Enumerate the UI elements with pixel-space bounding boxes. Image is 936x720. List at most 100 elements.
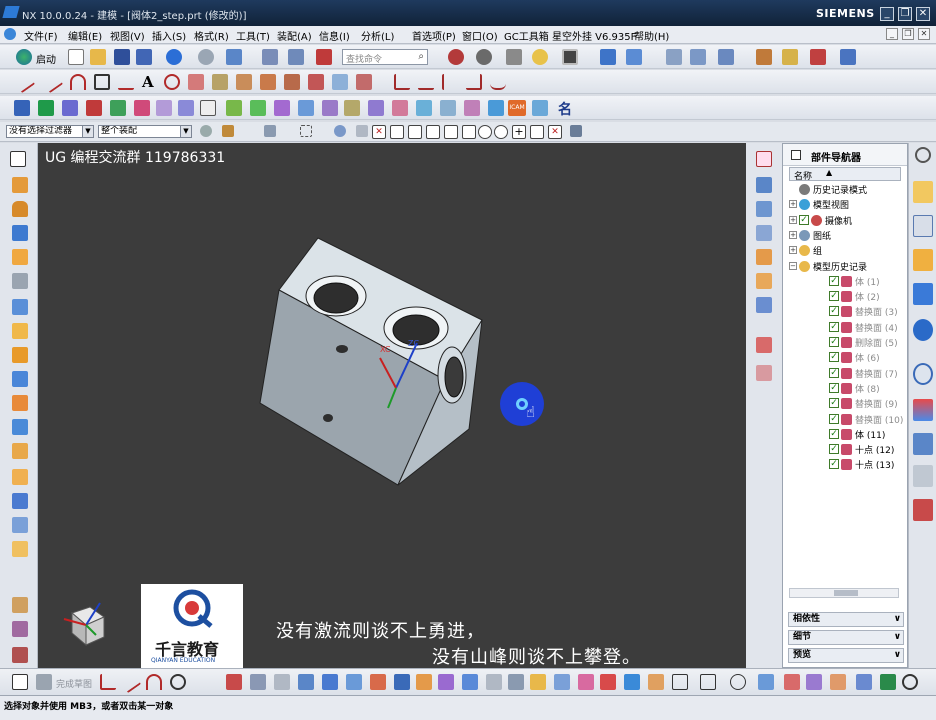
hole-icon[interactable] bbox=[62, 100, 78, 116]
navigator-row[interactable]: 历史记录模式 bbox=[787, 182, 911, 197]
navigator-row[interactable]: ✓ 十点 (13) bbox=[787, 457, 911, 472]
navigator-row[interactable]: ✓ 体 (1) bbox=[787, 274, 911, 289]
cam-icon[interactable]: ICAM bbox=[508, 100, 526, 116]
view-left-icon[interactable] bbox=[756, 273, 772, 289]
menu-format[interactable]: 格式(R) bbox=[194, 28, 229, 43]
section-view-icon[interactable] bbox=[626, 49, 642, 65]
finish-sketch-label[interactable]: 完成草图 bbox=[56, 677, 92, 690]
offset-surface-icon[interactable] bbox=[12, 493, 28, 509]
offset-curve-icon[interactable] bbox=[164, 74, 180, 90]
snap-endpoint-icon[interactable]: ✕ bbox=[372, 125, 386, 139]
navigator-hscrollbar[interactable] bbox=[789, 588, 899, 598]
face-rule-icon[interactable] bbox=[264, 125, 276, 137]
start-icon[interactable] bbox=[16, 49, 32, 65]
navigator-row[interactable]: + ✓ 摄像机 bbox=[787, 213, 911, 228]
sketch-rectangle-icon[interactable] bbox=[672, 674, 688, 690]
boss-icon[interactable] bbox=[86, 100, 102, 116]
menu-window[interactable]: 窗口(O) bbox=[462, 28, 498, 43]
palette-icon[interactable] bbox=[913, 399, 933, 421]
delay-evaluation-icon[interactable] bbox=[880, 674, 896, 690]
menu-file[interactable]: 文件(F) bbox=[24, 28, 58, 43]
gear-icon[interactable] bbox=[915, 147, 931, 163]
navigator-row[interactable]: ✓ 体 (11) bbox=[787, 427, 911, 442]
copy-icon[interactable] bbox=[288, 49, 304, 65]
datum-axis-icon[interactable] bbox=[12, 323, 28, 339]
law-curve-icon[interactable] bbox=[442, 74, 458, 90]
snap-settings-icon[interactable] bbox=[570, 125, 582, 137]
add-existing-curves-icon[interactable] bbox=[416, 674, 432, 690]
save-icon[interactable] bbox=[114, 49, 130, 65]
sketch-icon[interactable] bbox=[10, 151, 26, 167]
spline-icon[interactable] bbox=[394, 74, 410, 90]
join-curve-icon[interactable] bbox=[260, 74, 276, 90]
select-all-icon[interactable] bbox=[334, 125, 346, 137]
visibility-checkbox[interactable]: ✓ bbox=[799, 214, 809, 225]
sketch-line-icon[interactable] bbox=[118, 670, 142, 694]
type-filter-select[interactable]: 没有选择过滤器 ▼ bbox=[6, 125, 94, 138]
slot-icon[interactable] bbox=[178, 100, 194, 116]
visibility-checkbox[interactable]: ✓ bbox=[829, 444, 839, 455]
synchronous-icon[interactable] bbox=[532, 100, 548, 116]
navigator-row[interactable]: + 图纸 bbox=[787, 228, 911, 243]
derived-lines-icon[interactable] bbox=[394, 674, 410, 690]
groove-icon[interactable] bbox=[156, 100, 172, 116]
restore-button[interactable]: ❐ bbox=[898, 7, 912, 21]
thicken-icon[interactable] bbox=[12, 541, 28, 557]
menu-assembly[interactable]: 装配(A) bbox=[277, 28, 312, 43]
visibility-checkbox[interactable]: ✓ bbox=[829, 428, 839, 439]
quick-trim-icon[interactable] bbox=[250, 674, 266, 690]
project-curve-icon[interactable] bbox=[188, 74, 204, 90]
menu-gc-toolkit[interactable]: GC工具箱 bbox=[504, 28, 549, 43]
helix-icon[interactable] bbox=[418, 74, 434, 90]
visibility-checkbox[interactable]: ✓ bbox=[829, 275, 839, 286]
snap-tangent-icon[interactable] bbox=[494, 125, 508, 139]
expand-icon[interactable]: + bbox=[789, 230, 797, 239]
move-to-layer-icon[interactable] bbox=[690, 49, 706, 65]
mirror-curve-icon[interactable] bbox=[370, 674, 386, 690]
finish-sketch-icon[interactable] bbox=[36, 674, 52, 690]
sketch-polygon-icon[interactable] bbox=[700, 674, 716, 690]
line-icon[interactable] bbox=[12, 70, 36, 94]
arc-icon[interactable] bbox=[70, 74, 86, 90]
sketch-ellipse-icon[interactable] bbox=[730, 674, 746, 690]
visibility-checkbox[interactable]: ✓ bbox=[829, 398, 839, 409]
navigator-pin-icon[interactable] bbox=[791, 150, 801, 160]
rectangle-icon[interactable] bbox=[94, 74, 110, 90]
snap-point-icon[interactable] bbox=[756, 49, 772, 65]
draft-icon[interactable] bbox=[416, 100, 432, 116]
geometric-constraint-icon[interactable] bbox=[530, 674, 546, 690]
unite-icon[interactable] bbox=[226, 100, 242, 116]
sketch-settings-icon[interactable] bbox=[856, 674, 872, 690]
scroll-thumb[interactable] bbox=[834, 590, 858, 596]
menu-analysis[interactable]: 分析(L) bbox=[361, 28, 394, 43]
expand-icon[interactable]: + bbox=[789, 200, 797, 209]
history-icon[interactable] bbox=[913, 363, 933, 385]
sphere-icon[interactable] bbox=[12, 249, 28, 265]
rotate-view-icon[interactable] bbox=[476, 49, 492, 65]
edit-section-icon[interactable] bbox=[756, 365, 772, 381]
studio-spline-icon[interactable] bbox=[758, 674, 774, 690]
assembly-icon[interactable] bbox=[12, 597, 28, 613]
rapid-dimension-icon[interactable] bbox=[486, 674, 502, 690]
visibility-checkbox[interactable]: ✓ bbox=[829, 413, 839, 424]
pan-icon[interactable] bbox=[506, 49, 522, 65]
measure-icon[interactable] bbox=[782, 49, 798, 65]
animate-dimension-icon[interactable] bbox=[830, 674, 846, 690]
search-icon[interactable]: ⌕ bbox=[418, 51, 424, 62]
orient-view-icon[interactable] bbox=[600, 49, 616, 65]
menu-insert[interactable]: 插入(S) bbox=[152, 28, 186, 43]
close-button[interactable]: ✕ bbox=[916, 7, 930, 21]
web-browser-icon[interactable] bbox=[913, 319, 933, 341]
menu-xingkong-plugin[interactable]: 星空外挂 V6.935F bbox=[552, 28, 636, 43]
navigator-row[interactable]: ✓ 替换面 (9) bbox=[787, 396, 911, 411]
block-icon[interactable] bbox=[12, 177, 28, 193]
visibility-checkbox[interactable]: ✓ bbox=[829, 306, 839, 317]
trim-curve-icon[interactable] bbox=[308, 74, 324, 90]
scale-body-icon[interactable] bbox=[12, 443, 28, 459]
app-menu-icon[interactable] bbox=[4, 28, 16, 40]
visibility-checkbox[interactable]: ✓ bbox=[829, 459, 839, 470]
line-string-icon[interactable] bbox=[40, 70, 64, 94]
redo-icon[interactable] bbox=[198, 49, 214, 65]
wcs-icon[interactable] bbox=[718, 49, 734, 65]
text-tool-icon[interactable]: A bbox=[142, 73, 154, 91]
